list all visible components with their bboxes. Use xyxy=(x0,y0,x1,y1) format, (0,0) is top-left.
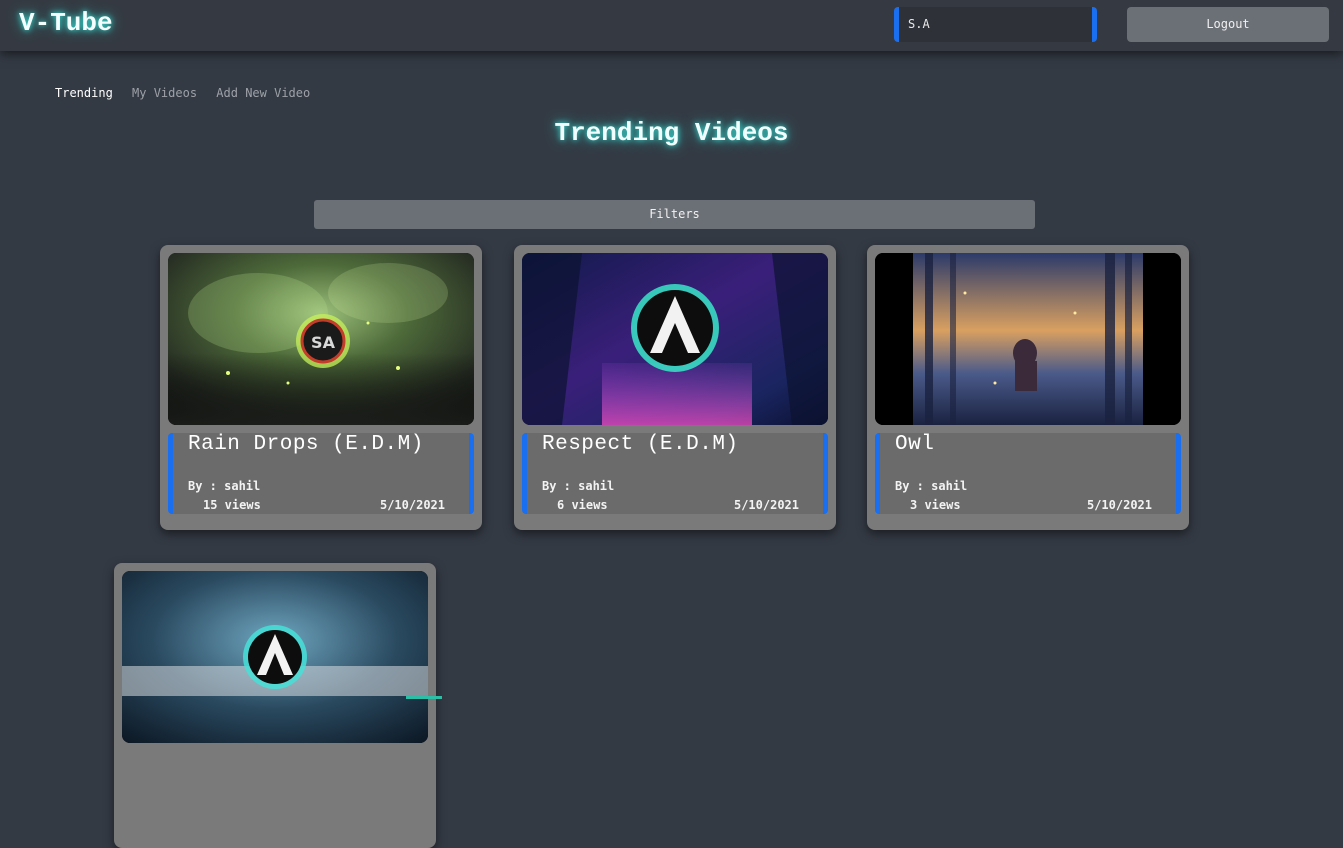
video-views: 6 views xyxy=(557,498,608,512)
video-author: By : sahil xyxy=(895,479,968,493)
video-card[interactable]: Respect (E.D.M) By : sahil 6 views 5/10/… xyxy=(514,245,836,530)
video-date: 5/10/2021 xyxy=(733,498,799,512)
filters-button[interactable]: Filters xyxy=(314,200,1035,229)
top-bar: V-Tube S.A Logout xyxy=(0,0,1343,51)
video-views: 15 views xyxy=(203,498,261,512)
logout-button[interactable]: Logout xyxy=(1127,7,1329,42)
video-card[interactable] xyxy=(114,563,436,848)
nav-item-my-videos[interactable]: My Videos xyxy=(132,86,197,100)
video-thumbnail[interactable] xyxy=(522,253,828,425)
video-thumbnail[interactable] xyxy=(875,253,1181,425)
nav-item-trending[interactable]: Trending xyxy=(55,86,113,100)
video-title[interactable]: Owl xyxy=(895,433,934,456)
video-author: By : sahil xyxy=(188,479,261,493)
video-thumbnail[interactable] xyxy=(122,571,428,743)
video-card[interactable]: Owl By : sahil 3 views 5/10/2021 xyxy=(867,245,1189,530)
nav-item-add-new-video[interactable]: Add New Video xyxy=(216,86,310,100)
video-author: By : sahil xyxy=(542,479,615,493)
svg-text:SA: SA xyxy=(311,333,336,352)
video-card[interactable]: SA Rain Drops (E.D.M) By : sahil 15 view… xyxy=(160,245,482,530)
video-info: Respect (E.D.M) By : sahil 6 views 5/10/… xyxy=(522,433,828,514)
video-title[interactable]: Rain Drops (E.D.M) xyxy=(188,433,424,456)
video-thumbnail[interactable]: SA xyxy=(168,253,474,425)
video-date: 5/10/2021 xyxy=(1086,498,1152,512)
video-date: 5/10/2021 xyxy=(379,498,445,512)
main-nav: Trending My Videos Add New Video xyxy=(55,86,322,100)
page-title: Trending Videos xyxy=(554,118,789,148)
video-info: Rain Drops (E.D.M) By : sahil 15 views 5… xyxy=(168,433,474,514)
username-display: S.A xyxy=(894,7,1097,42)
video-title[interactable]: Respect (E.D.M) xyxy=(542,433,739,456)
video-info: Owl By : sahil 3 views 5/10/2021 xyxy=(875,433,1181,514)
video-views: 3 views xyxy=(910,498,961,512)
brand-logo[interactable]: V-Tube xyxy=(19,8,113,38)
